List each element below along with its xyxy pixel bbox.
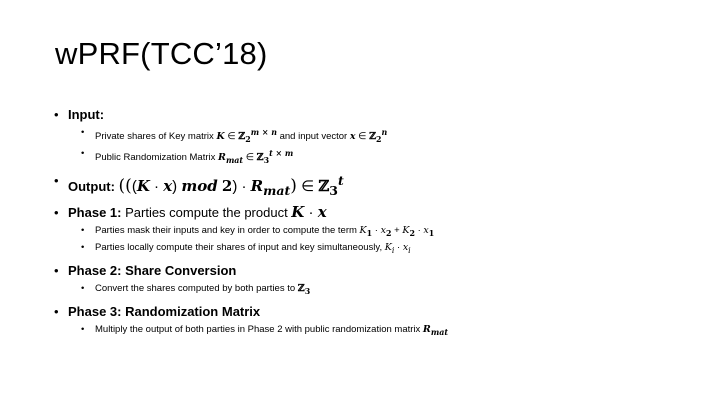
subscript: 3 [304, 286, 311, 296]
text-run: · [394, 241, 403, 253]
subscript: mat [263, 183, 291, 199]
bullet-item: • Phase 2: Share Conversion [52, 262, 692, 279]
subscript: 1 [428, 228, 435, 238]
sub-bullet-item: • Private shares of Key matrix K ∈ ℤ2m × … [52, 126, 692, 146]
bullet-text: Parties compute the product [121, 205, 292, 221]
text-run: ∈ [355, 131, 370, 143]
superscript: m × n [250, 128, 277, 137]
math-symbol: R [250, 177, 264, 196]
integers-symbol: ℤ [256, 152, 264, 164]
formula: (((K · x) mod 2) · Rmat) ∈ ℤ3t [118, 173, 344, 199]
bullet-dot: • [54, 262, 59, 278]
math-symbol: R [422, 323, 431, 335]
bullet-item: • Input: [52, 106, 692, 123]
text-run: Multiply the output of both parties in P… [95, 323, 423, 335]
text-run: + [391, 225, 403, 237]
text-run: · [304, 204, 318, 222]
sub-bullet-dot: • [81, 282, 85, 294]
slide-title: wPRF(TCC’18) [55, 36, 268, 71]
text-run: Parties mask their inputs and key in ord… [95, 225, 360, 237]
parenthesis: ) [290, 176, 297, 197]
bullet-label: Phase 2: Share Conversion [68, 262, 237, 278]
sub-bullet-dot: • [81, 241, 85, 253]
bullet-label: Phase 3: Randomization Matrix [68, 303, 261, 319]
sub-bullet-item: • Convert the shares computed by both par… [52, 282, 692, 298]
bullet-dot: • [54, 107, 59, 122]
sub-bullet-dot: • [81, 148, 85, 160]
text-run: · [237, 178, 251, 196]
bullet-dot: • [54, 173, 59, 189]
sub-bullet-item: • Public Randomization Matrix Rmat ∈ ℤ3t … [52, 147, 692, 167]
sub-bullet-dot: • [81, 323, 85, 335]
sub-bullet-dot: • [81, 127, 85, 138]
bullet-label: Phase 1: [68, 205, 122, 221]
bullet-item: • Output: (((K · x) mod 2) · Rmat) ∈ ℤ3t [52, 172, 692, 199]
integers-symbol: ℤ [318, 177, 330, 196]
text-run: Parties locally compute their shares of … [95, 241, 385, 253]
superscript: t × m [269, 149, 294, 159]
bullet-label: Output: [68, 179, 119, 195]
text-run: ) [172, 178, 182, 196]
sub-bullet-item: • Parties mask their inputs and key in or… [52, 224, 692, 240]
formula: K · x [291, 203, 327, 222]
text-run: Private shares of Key matrix [95, 131, 217, 143]
text-run: ∈ [243, 152, 257, 164]
text-run: ∈ [296, 178, 319, 196]
math-symbol: mod [181, 177, 218, 196]
text-run: Convert the shares computed by both part… [95, 282, 298, 294]
math-symbol: K [136, 177, 150, 196]
math-variable: K [359, 225, 367, 237]
subscript: mat [430, 327, 448, 337]
subscript: i [408, 245, 411, 255]
superscript: t [337, 173, 344, 189]
text-run: ∈ [224, 131, 239, 143]
subscript: mat [225, 156, 244, 166]
math-symbol: x [163, 177, 173, 196]
integers-symbol: ℤ [369, 131, 377, 143]
sub-bullet-item: • Multiply the output of both parties in … [52, 323, 692, 339]
text-run: Public Randomization Matrix [95, 152, 219, 164]
slide-body: • Input: • Private shares of Key matrix K ∈… [52, 106, 692, 339]
math-symbol: K [216, 131, 225, 143]
math-symbol: 2 [221, 177, 233, 196]
superscript: n [381, 128, 388, 137]
math-variable: K [384, 241, 392, 253]
slide: wPRF(TCC’18) • Input: • Private shares of K… [0, 0, 720, 405]
sub-bullet-item: • Parties locally compute their shares of… [52, 241, 692, 257]
text-run: · [149, 178, 164, 196]
bullet-dot: • [54, 303, 59, 319]
subscript: 3 [329, 183, 338, 199]
math-symbol: x [317, 203, 327, 222]
math-symbol: R [218, 152, 226, 164]
parenthesis: (( [118, 176, 132, 197]
text-run: and input vector [276, 131, 350, 143]
sub-bullet-dot: • [81, 225, 85, 237]
text-run: · [372, 225, 381, 237]
math-symbol: K [291, 203, 305, 222]
integers-symbol: ℤ [297, 282, 305, 294]
bullet-label: Input: [68, 107, 105, 122]
bullet-item: • Phase 3: Randomization Matrix [52, 303, 692, 320]
bullet-dot: • [54, 205, 59, 221]
bullet-item: • Phase 1: Parties compute the product K … [52, 203, 692, 222]
